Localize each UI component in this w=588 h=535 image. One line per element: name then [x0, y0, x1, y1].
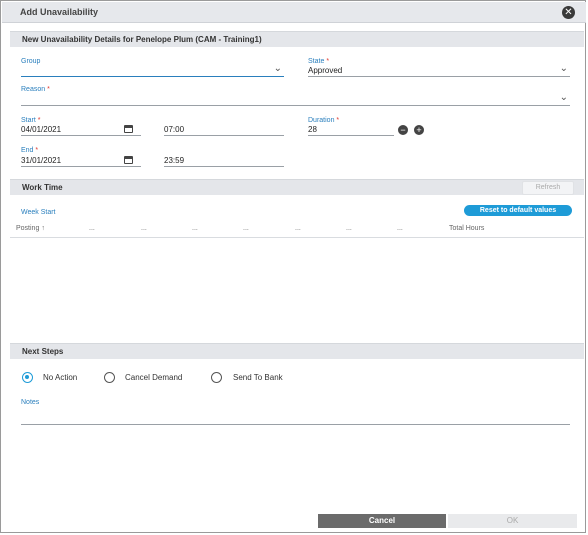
radio-no-action[interactable]: [22, 372, 33, 383]
notes-label: Notes: [21, 399, 40, 406]
end-time-field[interactable]: 23:59: [164, 155, 284, 167]
radio-send-to-bank[interactable]: [211, 372, 222, 383]
next-steps-section-title: Next Steps: [22, 347, 64, 356]
work-time-section-title: Work Time: [22, 183, 63, 192]
ok-button[interactable]: OK: [448, 514, 577, 528]
reason-label: Reason *: [21, 86, 50, 93]
details-section-header: New Unavailability Details for Penelope …: [10, 31, 584, 47]
dialog-title-bar: Add Unavailability ✕: [2, 2, 586, 23]
duration-field[interactable]: 28: [308, 124, 394, 136]
group-select[interactable]: ⌄: [21, 63, 284, 77]
start-label: Start *: [21, 117, 41, 124]
radio-label-send-to-bank[interactable]: Send To Bank: [233, 373, 283, 382]
chevron-down-icon: ⌄: [559, 92, 568, 103]
sort-arrow-up-icon: ↑: [41, 225, 45, 232]
decrease-duration-button[interactable]: −: [398, 125, 408, 135]
reason-select[interactable]: ⌄: [21, 92, 570, 106]
end-label: End *: [21, 147, 39, 154]
reset-to-default-button[interactable]: Reset to default values: [464, 205, 572, 216]
column-header-posting[interactable]: Posting ↑: [16, 225, 45, 232]
column-header: ...: [89, 225, 95, 232]
add-unavailability-dialog: Add Unavailability ✕ New Unavailability …: [0, 0, 586, 533]
work-time-section-header: Work Time: [10, 179, 584, 195]
state-label: State *: [308, 58, 330, 65]
column-header: ...: [346, 225, 352, 232]
duration-value: 28: [308, 125, 317, 134]
column-header: ...: [243, 225, 249, 232]
radio-label-no-action[interactable]: No Action: [43, 373, 77, 382]
end-date-value: 31/01/2021: [21, 156, 62, 165]
next-steps-section-header: Next Steps: [10, 343, 584, 359]
end-date-field[interactable]: 31/01/2021: [21, 155, 141, 167]
work-time-grid-header: Posting ↑ ... ... ... ... ... ... ... To…: [10, 223, 584, 238]
start-time-value: 07:00: [164, 125, 185, 134]
start-date-value: 04/01/2021: [21, 125, 62, 134]
increase-duration-button[interactable]: +: [414, 125, 424, 135]
column-header: ...: [192, 225, 198, 232]
start-time-field[interactable]: 07:00: [164, 124, 284, 136]
state-value: Approved: [308, 66, 343, 75]
refresh-button[interactable]: Refresh: [522, 181, 574, 195]
close-icon[interactable]: ✕: [562, 6, 575, 19]
column-header: ...: [141, 225, 147, 232]
week-start-label[interactable]: Week Start: [21, 209, 56, 216]
calendar-icon[interactable]: [124, 156, 133, 164]
column-header-total-hours: Total Hours: [449, 225, 485, 232]
state-select[interactable]: Approved ⌄: [308, 63, 570, 77]
radio-cancel-demand[interactable]: [104, 372, 115, 383]
dialog-title: Add Unavailability: [20, 7, 99, 17]
group-label: Group: [21, 58, 41, 65]
duration-label: Duration *: [308, 117, 340, 124]
end-time-value: 23:59: [164, 156, 185, 165]
column-header: ...: [295, 225, 301, 232]
notes-input[interactable]: [21, 413, 570, 425]
cancel-button[interactable]: Cancel: [318, 514, 446, 528]
details-section-title: New Unavailability Details for Penelope …: [22, 35, 262, 44]
start-date-field[interactable]: 04/01/2021: [21, 124, 141, 136]
column-header: ...: [397, 225, 403, 232]
chevron-down-icon: ⌄: [273, 63, 282, 74]
radio-label-cancel-demand[interactable]: Cancel Demand: [125, 373, 182, 382]
calendar-icon[interactable]: [124, 125, 133, 133]
chevron-down-icon: ⌄: [559, 63, 568, 74]
